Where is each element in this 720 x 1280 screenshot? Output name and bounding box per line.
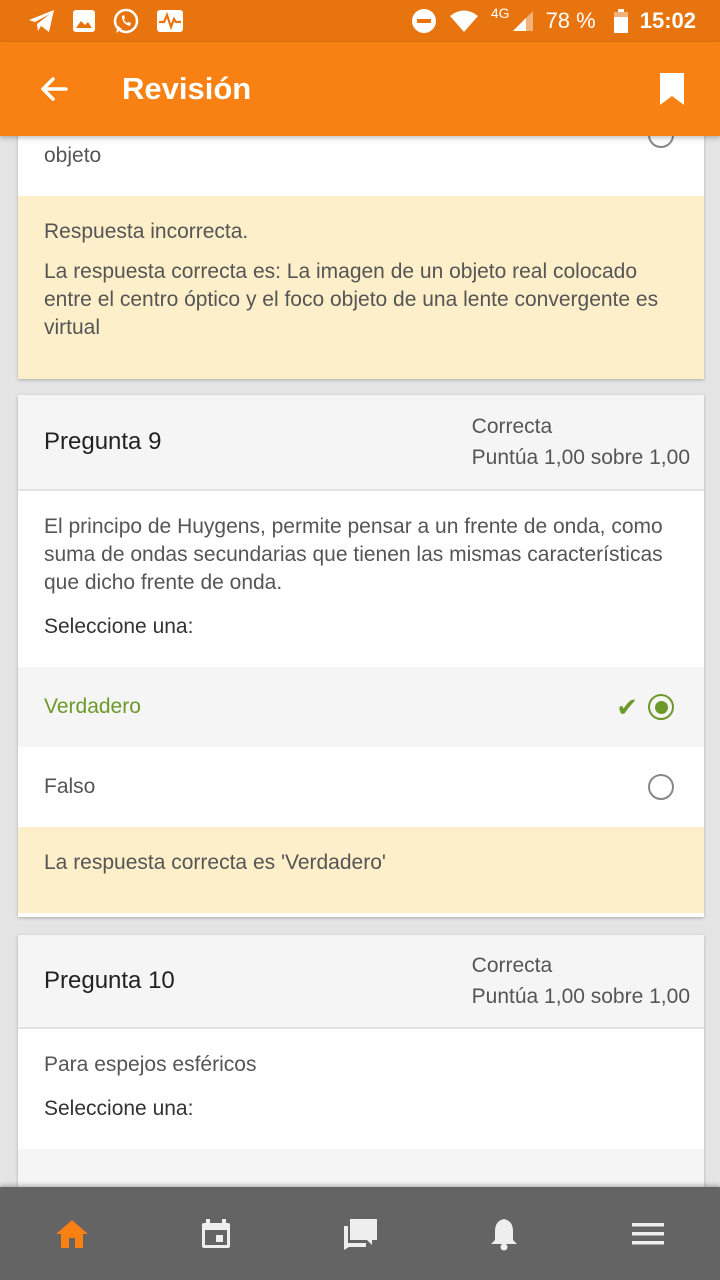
option-label: Falso: [44, 775, 96, 798]
whatsapp-icon: [112, 7, 140, 35]
question-title: Pregunta 9: [44, 428, 162, 455]
bookmark-icon: [660, 73, 684, 105]
question-grade: Puntúa 1,00 sobre 1,00: [471, 985, 690, 1008]
option-label: objeto: [44, 144, 102, 167]
battery-icon: [613, 9, 628, 33]
option-label: Verdadero: [44, 695, 141, 718]
question-status: Correcta: [471, 954, 553, 977]
menu-icon: [632, 1222, 664, 1244]
question-prompt: Seleccione una:: [44, 615, 194, 638]
question-header: Pregunta 9 Correcta Puntúa 1,00 sobre 1,…: [18, 395, 704, 491]
app-bar: Revisión: [0, 42, 720, 136]
option-row[interactable]: objeto: [18, 136, 704, 196]
check-icon: ✔: [616, 691, 638, 722]
question-card-9: Pregunta 9 Correcta Puntúa 1,00 sobre 1,…: [18, 395, 704, 917]
bottom-navigation: [0, 1187, 720, 1280]
telegram-icon: [28, 9, 56, 33]
bookmark-button[interactable]: [642, 59, 702, 119]
radio-unchecked[interactable]: [648, 136, 674, 148]
bell-icon: [491, 1218, 517, 1250]
nav-messages[interactable]: [324, 1198, 396, 1270]
battery-percent: 78 %: [545, 8, 596, 33]
question-prompt: Seleccione una:: [44, 1097, 194, 1120]
question-status: Correcta: [471, 415, 553, 438]
nav-menu[interactable]: [612, 1198, 684, 1270]
question-grade-info: Correcta Puntúa 1,00 sobre 1,00: [472, 950, 690, 1012]
notification-icons: [28, 7, 200, 35]
status-bar: 4G 78 % 15:02: [0, 0, 720, 42]
radio-unchecked[interactable]: [648, 774, 674, 800]
option-status: ✔: [616, 692, 674, 723]
feedback-result: Respuesta incorrecta.: [44, 220, 249, 243]
correct-answer-text: La respuesta correcta es 'Verdadero': [44, 851, 386, 874]
question-grade-info: Correcta Puntúa 1,00 sobre 1,00: [472, 411, 690, 473]
feedback-box: La respuesta correcta es 'Verdadero': [18, 827, 704, 913]
arrow-back-icon: [41, 77, 68, 101]
question-text: Para espejos esféricos: [44, 1053, 257, 1076]
question-grade: Puntúa 1,00 sobre 1,00: [471, 446, 690, 469]
network-type: 4G: [490, 5, 510, 21]
question-text: El principo de Huygens, permite pensar a…: [44, 515, 663, 594]
calendar-icon: [202, 1218, 230, 1248]
question-title: Pregunta 10: [44, 967, 175, 994]
question-card-10: Pregunta 10 Correcta Puntúa 1,00 sobre 1…: [18, 935, 704, 1187]
correct-answer-text: La respuesta correcta es: La imagen de u…: [44, 260, 659, 339]
gallery-icon: [72, 9, 96, 33]
wifi-icon: [449, 9, 479, 33]
clock: 15:02: [639, 8, 696, 33]
signal-icon: [512, 10, 534, 32]
review-content[interactable]: objeto Respuesta incorrecta. La respuest…: [0, 136, 720, 1187]
option-true[interactable]: Verdadero ✔: [18, 667, 704, 747]
system-icons: 4G 78 % 15:02: [411, 5, 696, 34]
feedback-box: Respuesta incorrecta. La respuesta corre…: [18, 196, 704, 379]
option-false[interactable]: Falso: [18, 747, 704, 827]
do-not-disturb-icon: [411, 8, 437, 34]
option-row[interactable]: [18, 1149, 704, 1187]
nav-home[interactable]: [36, 1198, 108, 1270]
page-title: Revisión: [122, 71, 252, 106]
activity-icon: [156, 9, 184, 33]
back-button[interactable]: [24, 59, 84, 119]
nav-notifications[interactable]: [468, 1198, 540, 1270]
home-icon: [56, 1219, 88, 1248]
radio-checked[interactable]: [648, 694, 674, 720]
question-card-8: objeto Respuesta incorrecta. La respuest…: [18, 136, 704, 379]
messages-icon: [344, 1218, 377, 1250]
question-header: Pregunta 10 Correcta Puntúa 1,00 sobre 1…: [18, 935, 704, 1029]
nav-calendar[interactable]: [180, 1198, 252, 1270]
